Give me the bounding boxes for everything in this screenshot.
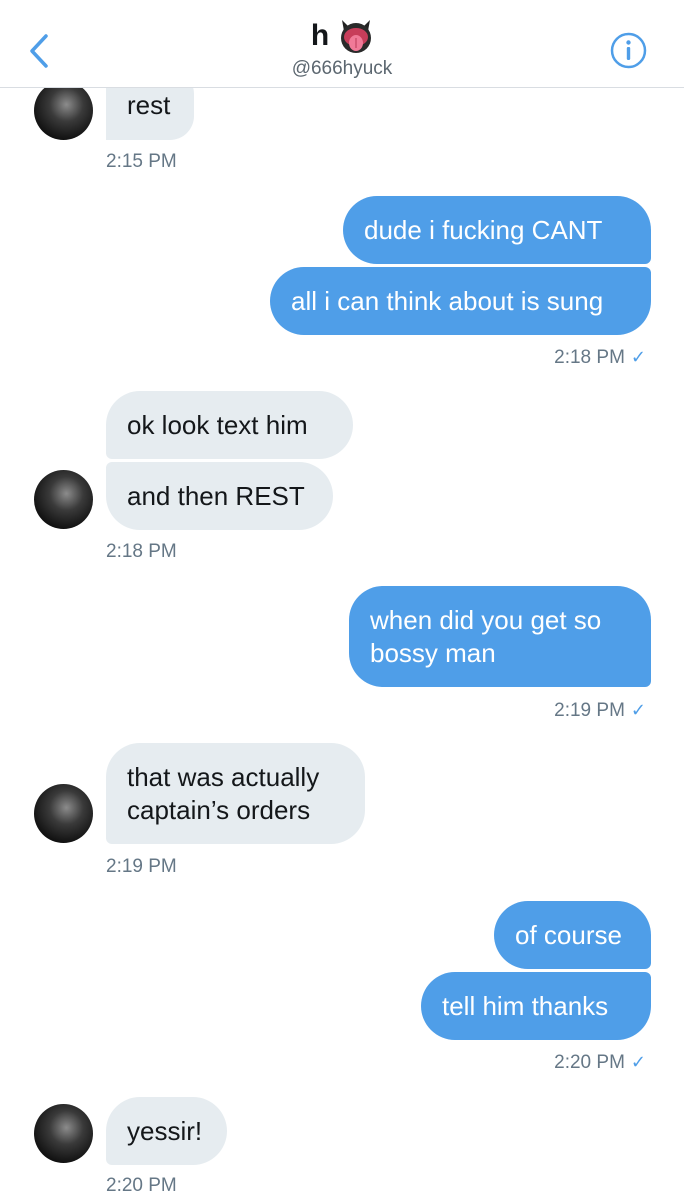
info-button[interactable] — [610, 32, 647, 69]
conversation-header: h @666hyuck — [0, 0, 684, 88]
message-text: of course — [515, 919, 622, 950]
sent-message-bubble[interactable]: all i can think about is sung — [270, 267, 651, 335]
message-timestamp: 2:18 PM — [106, 541, 177, 562]
contact-avatar[interactable] — [34, 1104, 93, 1163]
received-message-bubble[interactable]: that was actually captain’s orders — [106, 743, 365, 844]
checkmark-icon: ✓ — [630, 1052, 646, 1072]
message-timestamp: 2:19 PM ✓ — [554, 698, 646, 723]
message-text: rest — [127, 89, 171, 120]
contact-avatar[interactable] — [34, 470, 93, 529]
tongue-face-emoji-icon — [341, 20, 372, 53]
message-text: when did you get so bossy man — [370, 604, 602, 668]
conversation-handle: @666hyuck — [291, 58, 393, 79]
info-circle-icon — [610, 32, 647, 69]
message-text: that was actually captain’s orders — [127, 761, 320, 825]
message-text: all i can think about is sung — [291, 285, 604, 316]
sent-message-bubble[interactable]: tell him thanks — [421, 972, 651, 1040]
message-text: and then REST — [127, 480, 305, 511]
message-timestamp: 2:18 PM ✓ — [554, 345, 646, 370]
message-text: yessir! — [127, 1115, 203, 1146]
received-message-bubble[interactable]: ok look text him — [106, 391, 353, 459]
checkmark-icon: ✓ — [630, 347, 646, 367]
timestamp-text: 2:18 PM — [554, 347, 625, 368]
sent-message-bubble[interactable]: of course — [494, 901, 651, 969]
contact-avatar[interactable] — [34, 784, 93, 843]
message-text: ok look text him — [127, 409, 308, 440]
conversation-title-block[interactable]: h @666hyuck — [0, 16, 684, 82]
received-message-bubble[interactable]: yessir! — [106, 1097, 227, 1165]
sent-message-bubble[interactable]: dude i fucking CANT — [343, 196, 651, 264]
received-message-bubble[interactable]: and then REST — [106, 462, 333, 530]
message-timestamp: 2:20 PM — [106, 1175, 177, 1196]
message-timestamp: 2:15 PM — [106, 151, 177, 172]
conversation-title: h — [310, 19, 330, 52]
checkmark-icon: ✓ — [630, 700, 646, 720]
sent-message-bubble[interactable]: when did you get so bossy man — [349, 586, 651, 687]
message-text: dude i fucking CANT — [364, 214, 603, 245]
timestamp-text: 2:20 PM — [554, 1052, 625, 1073]
message-timestamp: 2:20 PM ✓ — [554, 1050, 646, 1075]
message-text: tell him thanks — [442, 990, 609, 1021]
timestamp-text: 2:19 PM — [554, 700, 625, 721]
contact-avatar[interactable] — [34, 81, 93, 140]
message-timestamp: 2:19 PM — [106, 856, 177, 877]
